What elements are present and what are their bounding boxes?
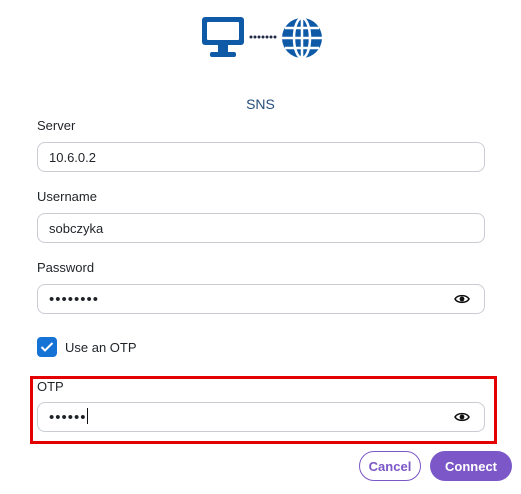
username-field[interactable] — [37, 213, 485, 243]
connector-dots — [249, 35, 277, 39]
otp-label: OTP — [37, 379, 64, 394]
otp-input[interactable] — [49, 403, 429, 431]
use-otp-option[interactable]: Use an OTP — [37, 336, 137, 358]
password-input[interactable] — [49, 285, 429, 313]
show-otp-eye-icon[interactable] — [454, 411, 470, 423]
username-input[interactable] — [49, 214, 429, 242]
password-field[interactable] — [37, 284, 485, 314]
page-title: SNS — [246, 96, 275, 112]
server-input[interactable] — [49, 143, 429, 171]
username-label: Username — [37, 189, 97, 204]
show-password-eye-icon[interactable] — [454, 293, 470, 305]
connection-illustration — [200, 14, 326, 62]
globe-icon — [282, 16, 322, 60]
password-label: Password — [37, 260, 95, 275]
otp-field[interactable] — [37, 402, 485, 432]
monitor-icon — [202, 17, 244, 57]
use-otp-label: Use an OTP — [65, 339, 137, 355]
use-otp-checkbox[interactable] — [37, 337, 57, 357]
text-caret — [87, 408, 88, 424]
server-label: Server — [37, 118, 76, 133]
connect-button[interactable]: Connect — [430, 451, 512, 481]
cancel-button[interactable]: Cancel — [359, 451, 421, 481]
checkmark-icon — [40, 342, 54, 352]
server-field[interactable] — [37, 142, 485, 172]
